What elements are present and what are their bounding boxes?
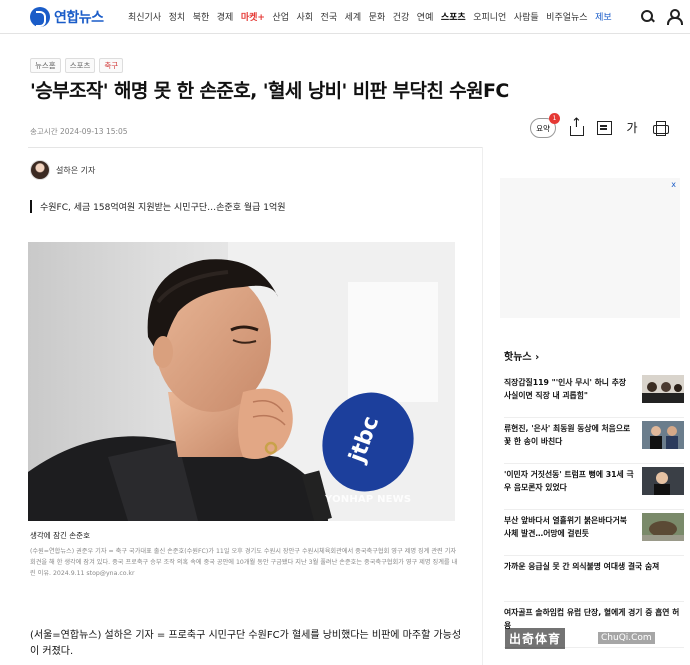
photo-illustration: jtbc xyxy=(28,242,455,521)
photo-watermark: YONHAP NEWS xyxy=(325,494,412,505)
hot-news-item[interactable]: 부산 앞바다서 열흘위기 붉은바다거북 사체 발견…어망에 걸린듯 xyxy=(504,510,684,556)
top-navigation-bar: 연합뉴스 최신기사 정치 북한 경제 마켓+ 산업 사회 전국 세계 문화 건강… xyxy=(0,0,690,34)
hot-news-item[interactable]: 류현진, '은사' 최동원 동상에 처음으로 꽃 한 송이 바친다 xyxy=(504,418,684,464)
nav-item-north-korea[interactable]: 북한 xyxy=(193,10,210,23)
main-nav: 최신기사 정치 북한 경제 마켓+ 산업 사회 전국 세계 문화 건강 연예 스… xyxy=(128,10,619,23)
hot-news-list: 직장갑질119 "'인사 무시' 하니 추장 사실이면 직장 내 괴롭힘" 류현… xyxy=(504,372,684,648)
nav-item-culture[interactable]: 문화 xyxy=(369,10,386,23)
summary-badge: 1 xyxy=(549,113,560,124)
nav-item-society[interactable]: 사회 xyxy=(296,10,313,23)
article-photo[interactable]: jtbc xyxy=(28,242,455,521)
nav-item-people[interactable]: 사람들 xyxy=(514,10,539,23)
site-logo[interactable]: 연합뉴스 xyxy=(30,6,104,28)
nav-item-industry[interactable]: 산업 xyxy=(272,10,289,23)
reporter-avatar xyxy=(30,160,50,180)
share-icon[interactable] xyxy=(568,116,584,136)
logo-text: 연합뉴스 xyxy=(54,10,104,26)
hot-news-label: 핫뉴스 xyxy=(504,352,532,363)
ad-close-icon[interactable]: x xyxy=(671,180,676,189)
article-dateline: 송고시간 2024-09-13 15:05 xyxy=(30,127,128,136)
hot-news-item[interactable]: 가까운 응급실 못 간 의식불명 여대생 결국 숨져 xyxy=(504,556,684,602)
sidebar-ad[interactable]: x xyxy=(500,178,680,318)
article-body: (서울=연합뉴스) 설하은 기자 = 프로축구 시민구단 수원FC가 혈세를 낭… xyxy=(30,630,462,657)
column-divider xyxy=(482,147,483,665)
hot-news-thumbnail xyxy=(642,467,684,495)
comment-icon[interactable] xyxy=(596,120,612,136)
logo-icon xyxy=(30,7,50,27)
promo-watermark: 出奇体育 xyxy=(505,628,566,649)
hot-news-text: 부산 앞바다서 열흘위기 붉은바다거북 사체 발견…어망에 걸린듯 xyxy=(504,516,627,538)
article-headline: '승부조작' 해명 못 한 손준호, '혈세 낭비' 비판 부닥친 수원FC xyxy=(30,80,509,102)
nav-item-latest[interactable]: 최신기사 xyxy=(128,10,161,23)
hot-news-thumbnail xyxy=(642,421,684,449)
photo-caption-body: (수원=연합뉴스) 권준우 기자 = 축구 국가대표 출신 손준호(수원FC)가… xyxy=(30,548,458,577)
nav-item-entertainment[interactable]: 연예 xyxy=(417,10,434,23)
hot-news-text: '이민자 거짓선동' 트럼프 뻥에 31세 극우 음모론자 있었다 xyxy=(504,470,634,492)
top-icons xyxy=(640,9,683,25)
header-divider xyxy=(28,147,483,148)
reporter-name: 설하은 기자 xyxy=(56,165,96,175)
article-subhead: 수원FC, 세금 158억여원 지원받는 시민구단…손준호 월급 1억원 xyxy=(30,200,286,213)
user-icon[interactable] xyxy=(666,9,683,25)
hot-news-thumbnail xyxy=(642,513,684,541)
photo-caption: 생각에 잠긴 손준호 xyxy=(30,531,90,540)
nav-item-politics[interactable]: 정치 xyxy=(169,10,186,23)
nav-item-visual-news[interactable]: 비주얼뉴스 xyxy=(546,10,587,23)
reporter-byline[interactable]: 설하은 기자 xyxy=(30,160,95,180)
hot-news-text: 직장갑질119 "'인사 무시' 하니 추장 사실이면 직장 내 괴롭힘" xyxy=(504,378,627,400)
article-toolbar: 요약 1 가 xyxy=(530,113,669,138)
hot-news-text: 가까운 응급실 못 간 의식불명 여대생 결국 숨져 xyxy=(504,562,660,571)
hot-news-item[interactable]: 직장갑질119 "'인사 무시' 하니 추장 사실이면 직장 내 괴롭힘" xyxy=(504,372,684,418)
hot-news-thumbnail xyxy=(642,375,684,403)
nav-item-economy[interactable]: 경제 xyxy=(217,10,234,23)
breadcrumb-home[interactable]: 뉴스홈 xyxy=(30,58,61,73)
nav-item-world[interactable]: 세계 xyxy=(345,10,362,23)
search-icon[interactable] xyxy=(640,9,654,23)
breadcrumb-football[interactable]: 축구 xyxy=(99,58,124,73)
hot-news-title[interactable]: 핫뉴스 › xyxy=(504,348,539,363)
nav-item-sports[interactable]: 스포츠 xyxy=(441,10,466,23)
nav-item-health[interactable]: 건강 xyxy=(393,10,410,23)
hot-news-item[interactable]: '이민자 거짓선동' 트럼프 뻥에 31세 극우 음모론자 있었다 xyxy=(504,464,684,510)
print-icon[interactable] xyxy=(652,120,669,136)
hot-news-text: 류현진, '은사' 최동원 동상에 처음으로 꽃 한 송이 바친다 xyxy=(504,424,631,446)
breadcrumb: 뉴스홈 스포츠 축구 xyxy=(30,58,124,73)
summary-label: 요약 xyxy=(536,123,550,133)
nav-item-nation[interactable]: 전국 xyxy=(321,10,338,23)
nav-item-report[interactable]: 제보 xyxy=(595,10,612,23)
summary-button[interactable]: 요약 1 xyxy=(530,113,560,138)
font-size-icon[interactable]: 가 xyxy=(624,120,640,136)
promo-url: ChuQi.Com xyxy=(598,632,655,644)
nav-item-opinion[interactable]: 오피니언 xyxy=(473,10,506,23)
breadcrumb-sports[interactable]: 스포츠 xyxy=(64,58,96,73)
nav-item-market[interactable]: 마켓+ xyxy=(241,10,265,23)
